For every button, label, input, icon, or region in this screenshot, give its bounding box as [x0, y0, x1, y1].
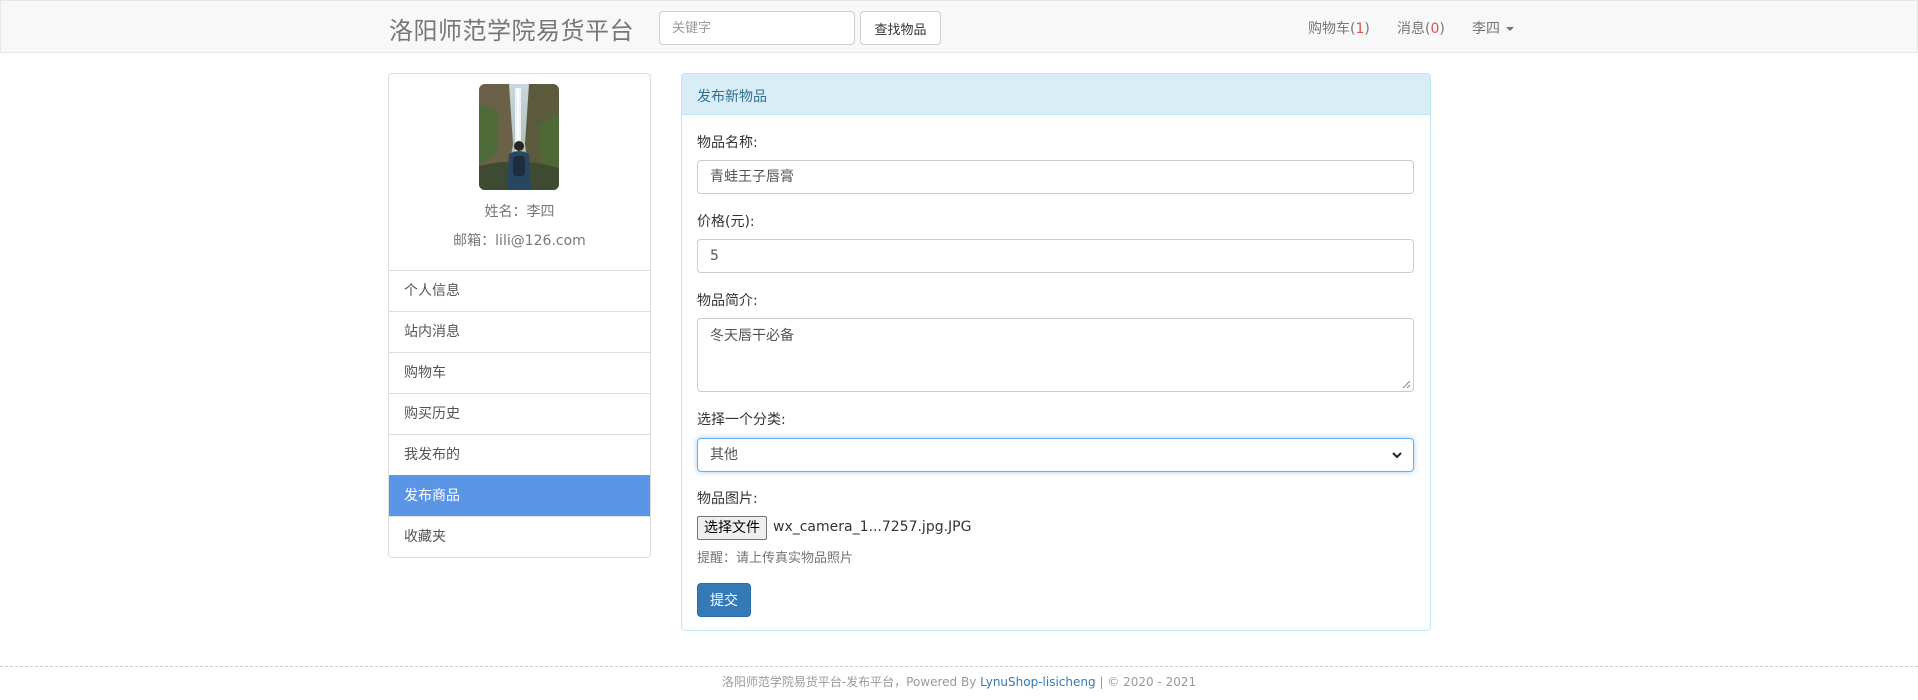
sidebar-item-profile[interactable]: 个人信息: [389, 270, 650, 311]
sidebar-item-messages[interactable]: 站内消息: [389, 311, 650, 352]
profile-name: 姓名：李四: [484, 204, 555, 220]
avatar: [479, 84, 559, 190]
panel-heading: 发布新物品: [682, 74, 1430, 115]
user-name: 李四: [1472, 21, 1500, 37]
sidebar-item-my-posts[interactable]: 我发布的: [389, 434, 650, 475]
footer-divider: [0, 666, 1918, 667]
caret-down-icon: [1506, 27, 1514, 31]
cart-link[interactable]: 购物车(1): [1308, 18, 1370, 38]
sidebar-item-publish[interactable]: 发布商品: [389, 475, 650, 516]
sidebar-item-favorites[interactable]: 收藏夹: [389, 516, 650, 557]
sidebar-item-purchase-history[interactable]: 购买历史: [389, 393, 650, 434]
price-label: 价格(元):: [697, 214, 755, 230]
description-textarea[interactable]: 冬天唇干必备: [697, 318, 1414, 392]
footer-link[interactable]: LynuShop-lisicheng: [980, 675, 1095, 689]
cart-label-close: ): [1364, 21, 1370, 37]
user-dropdown[interactable]: 李四: [1472, 18, 1514, 38]
category-selected-value: 其他: [710, 447, 738, 463]
top-navbar: 洛阳师范学院易货平台 查找物品 购物车(1) 消息(0) 李四: [0, 0, 1918, 53]
chevron-down-icon: [1392, 452, 1402, 459]
price-input[interactable]: 5: [697, 239, 1414, 273]
messages-label-close: ): [1439, 21, 1445, 37]
choose-file-button[interactable]: 选择文件: [697, 516, 767, 540]
messages-link[interactable]: 消息(0): [1397, 18, 1445, 38]
messages-label: 消息(: [1397, 21, 1431, 37]
item-name-input[interactable]: 青蛙王子唇膏: [697, 160, 1414, 194]
name-label: 物品名称:: [697, 135, 758, 151]
submit-button[interactable]: 提交: [697, 583, 751, 617]
description-label: 物品简介:: [697, 293, 758, 309]
footer-text: 洛阳师范学院易货平台-发布平台，Powered By: [721, 675, 981, 689]
footer: 洛阳师范学院易货平台-发布平台，Powered By LynuShop-lisi…: [0, 673, 1918, 690]
search-button[interactable]: 查找物品: [860, 11, 941, 45]
footer-copyright: | © 2020 - 2021: [1095, 675, 1197, 689]
description-text: 冬天唇干必备: [710, 328, 794, 344]
sidebar-menu: 个人信息 站内消息 购物车 购买历史 我发布的 发布商品 收藏夹: [389, 270, 650, 557]
resize-grip-icon[interactable]: [1401, 379, 1411, 389]
brand-title[interactable]: 洛阳师范学院易货平台: [389, 11, 634, 46]
category-label: 选择一个分类:: [697, 412, 786, 428]
search-input[interactable]: [659, 11, 855, 45]
upload-hint: 提醒：请上传真实物品照片: [697, 551, 854, 566]
user-sidebar: 姓名：李四 邮箱：lili@126.com 个人信息 站内消息 购物车 购买历史…: [388, 73, 651, 558]
sidebar-item-cart[interactable]: 购物车: [389, 352, 650, 393]
cart-label: 购物车(: [1308, 21, 1356, 37]
profile-email: 邮箱：lili@126.com: [453, 233, 586, 249]
category-select[interactable]: 其他: [697, 438, 1414, 472]
publish-panel: 发布新物品 物品名称: 青蛙王子唇膏 价格(元): 5 物品简介: 冬天唇干必备…: [681, 73, 1431, 631]
selected-file-name: wx_camera_1...7257.jpg.JPG: [773, 519, 972, 535]
image-label: 物品图片:: [697, 491, 758, 507]
